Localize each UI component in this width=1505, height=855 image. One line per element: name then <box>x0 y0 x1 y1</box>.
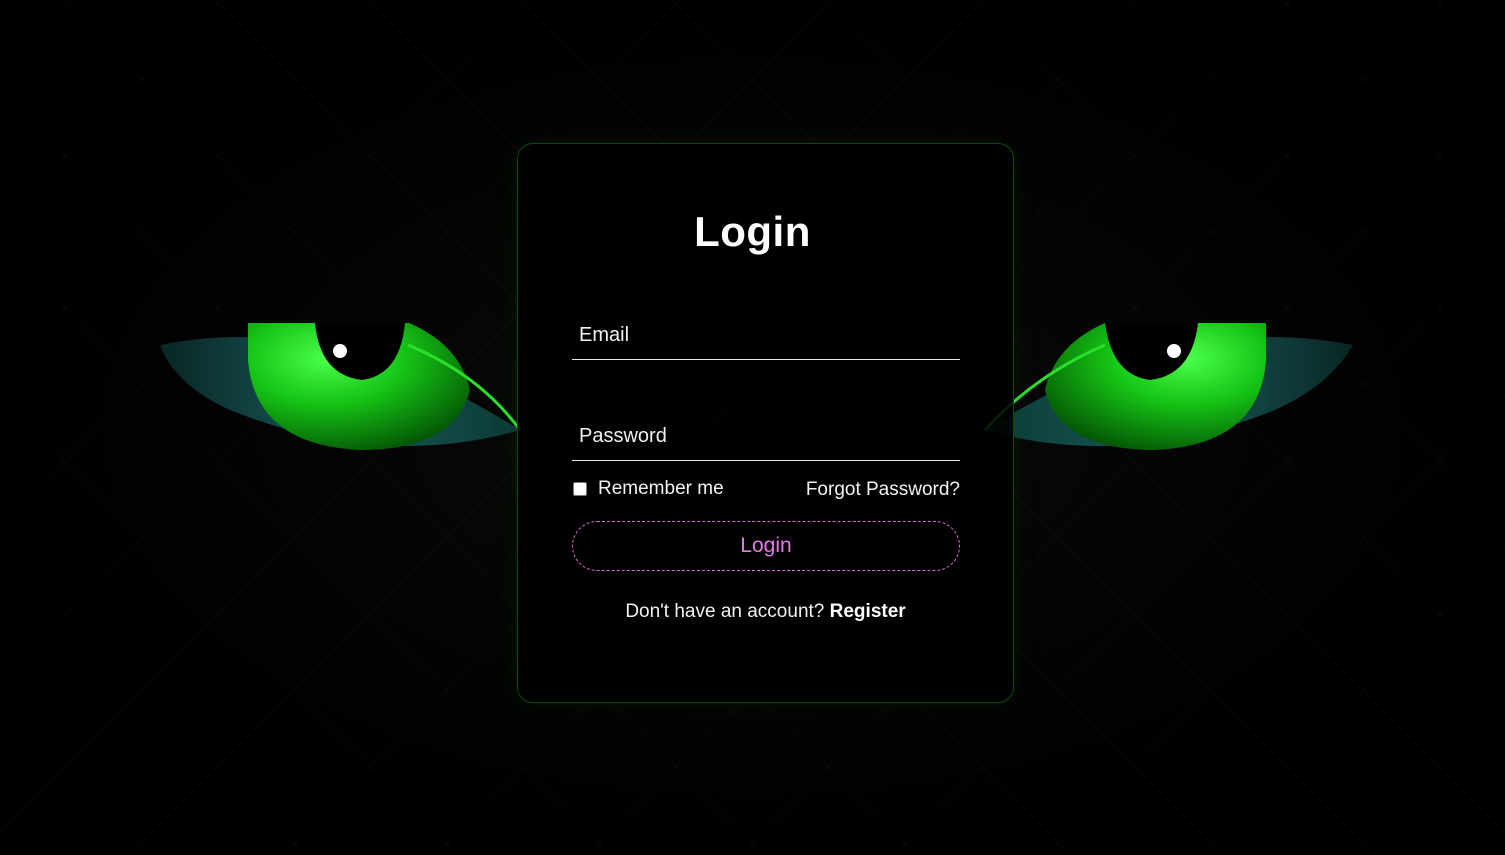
remember-me-label: Remember me <box>598 478 724 499</box>
register-link[interactable]: Register <box>830 601 906 622</box>
green-eye-left-illustration <box>160 323 522 450</box>
forgot-password-link[interactable]: Forgot Password? <box>798 479 960 501</box>
password-field-wrapper <box>572 412 960 461</box>
email-input[interactable] <box>572 311 960 359</box>
green-eye-right-illustration <box>983 323 1353 450</box>
login-button[interactable]: Login <box>572 521 960 571</box>
email-field-wrapper <box>572 311 960 360</box>
remember-me-option[interactable]: Remember me <box>572 478 724 500</box>
login-screen: Login Remember me Forgot Password? Login… <box>0 0 1505 855</box>
register-prompt: Don't have an account? Register <box>517 601 1014 623</box>
page-title: Login <box>694 208 811 255</box>
password-input[interactable] <box>572 412 960 460</box>
checkbox-icon[interactable] <box>573 482 587 496</box>
register-prompt-text: Don't have an account? <box>625 601 825 622</box>
